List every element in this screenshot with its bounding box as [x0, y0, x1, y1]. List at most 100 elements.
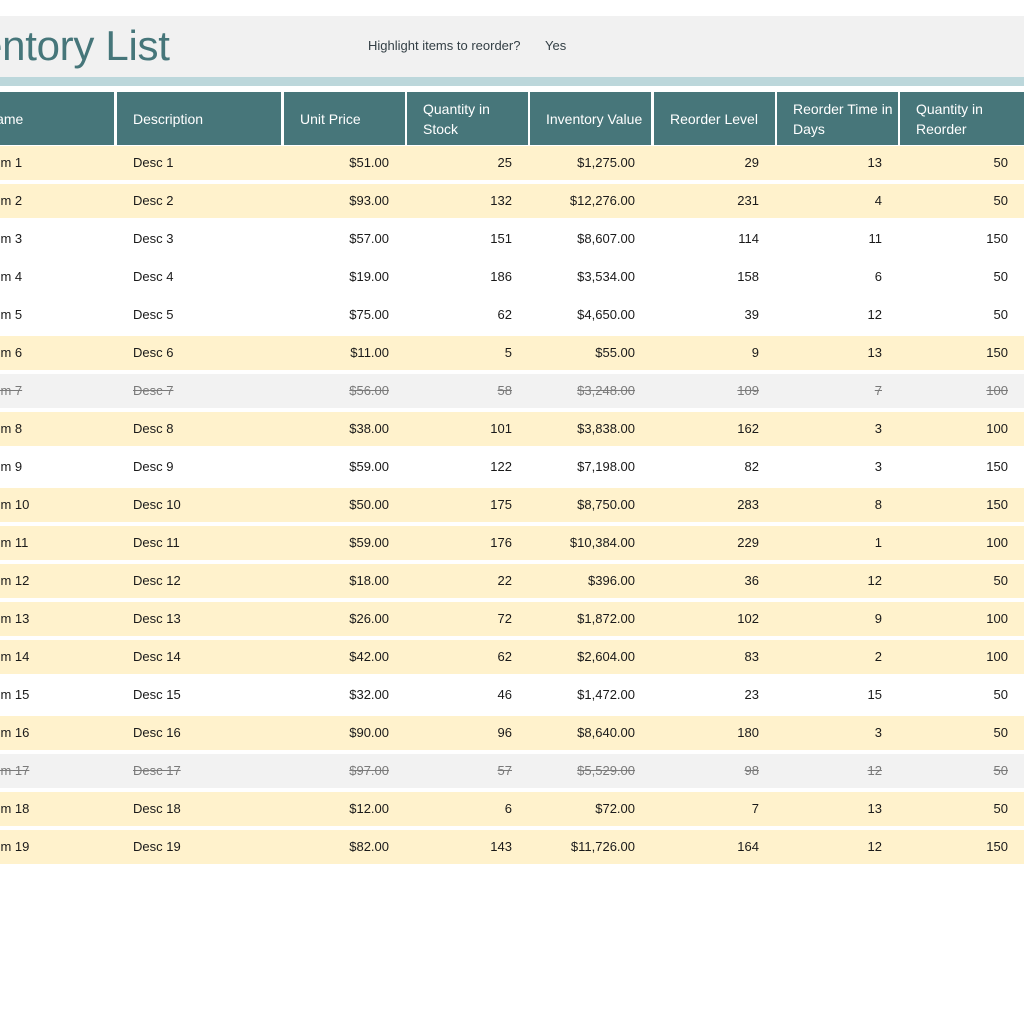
cell-quantity-in-reorder[interactable]: 50	[900, 184, 1024, 218]
cell-reorder-time-days[interactable]: 2	[777, 640, 898, 674]
cell-unit-price[interactable]: $18.00	[284, 564, 405, 598]
cell-unit-price[interactable]: $93.00	[284, 184, 405, 218]
cell-name[interactable]: Item 13	[0, 602, 114, 636]
column-header-inventory-value[interactable]: Inventory Value	[530, 92, 651, 145]
cell-name[interactable]: Item 1	[0, 146, 114, 180]
cell-description[interactable]: Desc 10	[117, 488, 281, 522]
cell-name[interactable]: Item 7	[0, 374, 114, 408]
cell-description[interactable]: Desc 16	[117, 716, 281, 750]
cell-name[interactable]: Item 8	[0, 412, 114, 446]
cell-description[interactable]: Desc 4	[117, 260, 281, 294]
cell-unit-price[interactable]: $51.00	[284, 146, 405, 180]
cell-inventory-value[interactable]: $3,534.00	[530, 260, 651, 294]
column-header-name[interactable]: Name	[0, 92, 114, 145]
cell-quantity-in-stock[interactable]: 58	[407, 374, 528, 408]
table-row[interactable]: Item 10Desc 10$50.00175$8,750.002838150	[0, 488, 1024, 526]
cell-quantity-in-reorder[interactable]: 50	[900, 146, 1024, 180]
highlight-reorder-value[interactable]: Yes	[545, 38, 566, 53]
cell-inventory-value[interactable]: $72.00	[530, 792, 651, 826]
cell-reorder-level[interactable]: 180	[654, 716, 775, 750]
cell-description[interactable]: Desc 9	[117, 450, 281, 484]
cell-reorder-level[interactable]: 102	[654, 602, 775, 636]
cell-unit-price[interactable]: $19.00	[284, 260, 405, 294]
cell-reorder-level[interactable]: 114	[654, 222, 775, 256]
cell-description[interactable]: Desc 11	[117, 526, 281, 560]
cell-quantity-in-reorder[interactable]: 100	[900, 602, 1024, 636]
cell-description[interactable]: Desc 2	[117, 184, 281, 218]
cell-quantity-in-reorder[interactable]: 150	[900, 336, 1024, 370]
table-row[interactable]: Item 18Desc 18$12.006$72.0071350	[0, 792, 1024, 830]
table-row[interactable]: Item 16Desc 16$90.0096$8,640.00180350	[0, 716, 1024, 754]
cell-reorder-time-days[interactable]: 12	[777, 564, 898, 598]
cell-unit-price[interactable]: $75.00	[284, 298, 405, 332]
cell-unit-price[interactable]: $82.00	[284, 830, 405, 864]
cell-description[interactable]: Desc 7	[117, 374, 281, 408]
cell-quantity-in-stock[interactable]: 72	[407, 602, 528, 636]
cell-quantity-in-stock[interactable]: 176	[407, 526, 528, 560]
table-row[interactable]: Item 6Desc 6$11.005$55.00913150	[0, 336, 1024, 374]
table-row[interactable]: Item 8Desc 8$38.00101$3,838.001623100	[0, 412, 1024, 450]
column-header-reorder-time-days[interactable]: Reorder Time in Days	[777, 92, 898, 145]
column-header-description[interactable]: Description	[117, 92, 281, 145]
cell-reorder-level[interactable]: 231	[654, 184, 775, 218]
cell-quantity-in-stock[interactable]: 143	[407, 830, 528, 864]
cell-reorder-level[interactable]: 9	[654, 336, 775, 370]
cell-inventory-value[interactable]: $55.00	[530, 336, 651, 370]
cell-reorder-time-days[interactable]: 13	[777, 336, 898, 370]
cell-inventory-value[interactable]: $1,872.00	[530, 602, 651, 636]
cell-reorder-level[interactable]: 7	[654, 792, 775, 826]
cell-name[interactable]: Item 3	[0, 222, 114, 256]
cell-reorder-time-days[interactable]: 1	[777, 526, 898, 560]
cell-description[interactable]: Desc 1	[117, 146, 281, 180]
cell-unit-price[interactable]: $97.00	[284, 754, 405, 788]
table-row[interactable]: Item 7Desc 7$56.0058$3,248.001097100	[0, 374, 1024, 412]
cell-inventory-value[interactable]: $12,276.00	[530, 184, 651, 218]
table-row[interactable]: Item 17Desc 17$97.0057$5,529.00981250	[0, 754, 1024, 792]
table-row[interactable]: Item 11Desc 11$59.00176$10,384.002291100	[0, 526, 1024, 564]
cell-reorder-time-days[interactable]: 7	[777, 374, 898, 408]
cell-quantity-in-reorder[interactable]: 100	[900, 412, 1024, 446]
cell-reorder-time-days[interactable]: 13	[777, 792, 898, 826]
cell-inventory-value[interactable]: $2,604.00	[530, 640, 651, 674]
cell-name[interactable]: Item 14	[0, 640, 114, 674]
table-row[interactable]: Item 12Desc 12$18.0022$396.00361250	[0, 564, 1024, 602]
cell-inventory-value[interactable]: $11,726.00	[530, 830, 651, 864]
cell-inventory-value[interactable]: $7,198.00	[530, 450, 651, 484]
cell-name[interactable]: Item 2	[0, 184, 114, 218]
cell-name[interactable]: Item 18	[0, 792, 114, 826]
cell-quantity-in-reorder[interactable]: 100	[900, 640, 1024, 674]
cell-name[interactable]: Item 11	[0, 526, 114, 560]
cell-reorder-level[interactable]: 83	[654, 640, 775, 674]
table-row[interactable]: Item 3Desc 3$57.00151$8,607.0011411150	[0, 222, 1024, 260]
cell-quantity-in-reorder[interactable]: 50	[900, 678, 1024, 712]
cell-quantity-in-reorder[interactable]: 150	[900, 222, 1024, 256]
cell-inventory-value[interactable]: $396.00	[530, 564, 651, 598]
cell-quantity-in-reorder[interactable]: 100	[900, 374, 1024, 408]
cell-inventory-value[interactable]: $8,750.00	[530, 488, 651, 522]
cell-unit-price[interactable]: $59.00	[284, 450, 405, 484]
cell-reorder-time-days[interactable]: 11	[777, 222, 898, 256]
cell-quantity-in-stock[interactable]: 151	[407, 222, 528, 256]
table-row[interactable]: Item 1Desc 1$51.0025$1,275.00291350	[0, 146, 1024, 184]
cell-description[interactable]: Desc 17	[117, 754, 281, 788]
cell-name[interactable]: Item 10	[0, 488, 114, 522]
table-row[interactable]: Item 19Desc 19$82.00143$11,726.001641215…	[0, 830, 1024, 868]
cell-name[interactable]: Item 19	[0, 830, 114, 864]
cell-reorder-level[interactable]: 164	[654, 830, 775, 864]
table-row[interactable]: Item 15Desc 15$32.0046$1,472.00231550	[0, 678, 1024, 716]
cell-reorder-time-days[interactable]: 13	[777, 146, 898, 180]
cell-quantity-in-stock[interactable]: 132	[407, 184, 528, 218]
cell-reorder-level[interactable]: 162	[654, 412, 775, 446]
cell-quantity-in-reorder[interactable]: 50	[900, 754, 1024, 788]
cell-quantity-in-reorder[interactable]: 50	[900, 260, 1024, 294]
cell-quantity-in-stock[interactable]: 122	[407, 450, 528, 484]
cell-reorder-level[interactable]: 23	[654, 678, 775, 712]
column-header-unit-price[interactable]: Unit Price	[284, 92, 405, 145]
cell-description[interactable]: Desc 18	[117, 792, 281, 826]
cell-reorder-level[interactable]: 39	[654, 298, 775, 332]
cell-inventory-value[interactable]: $5,529.00	[530, 754, 651, 788]
cell-quantity-in-stock[interactable]: 101	[407, 412, 528, 446]
cell-unit-price[interactable]: $26.00	[284, 602, 405, 636]
cell-quantity-in-stock[interactable]: 96	[407, 716, 528, 750]
cell-quantity-in-stock[interactable]: 25	[407, 146, 528, 180]
